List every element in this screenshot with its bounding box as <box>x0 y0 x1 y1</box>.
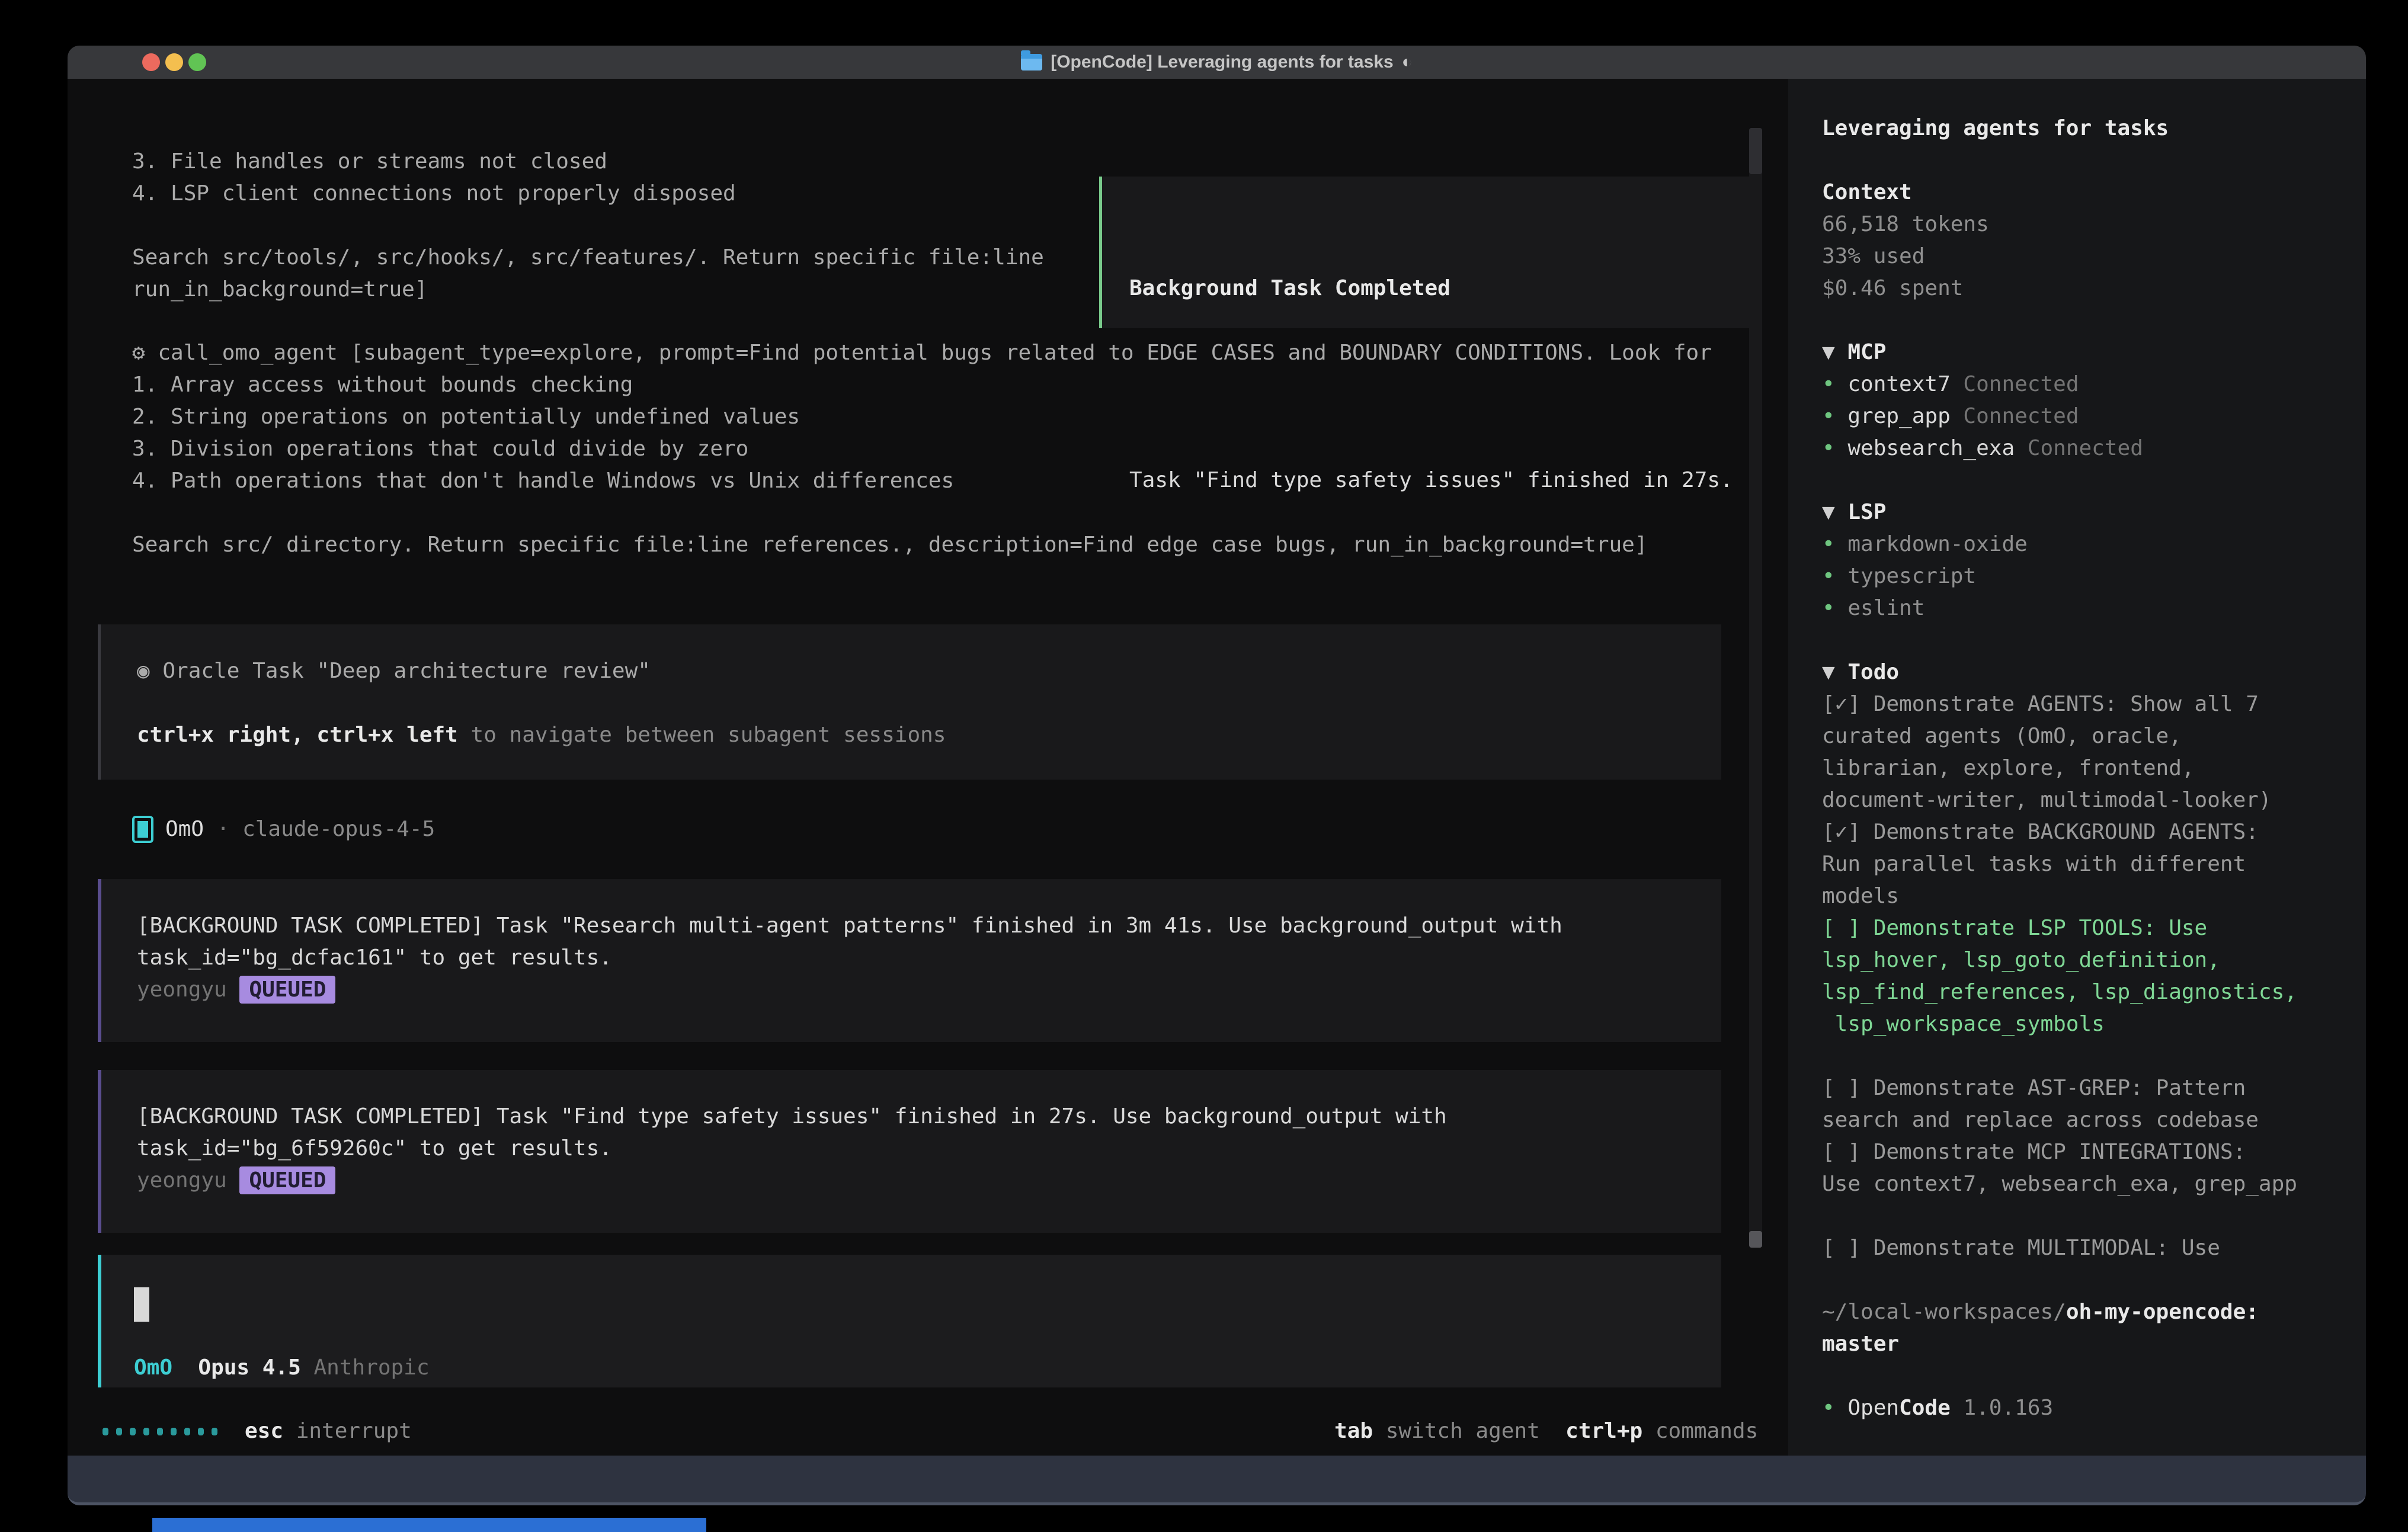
window-bottom-edge <box>68 1456 2366 1505</box>
dock-indicator-strip <box>152 1518 706 1532</box>
busy-indicator-icon: ◐ <box>1402 52 1413 72</box>
model-indicator: OmO Opus 4.5 Anthropic <box>134 1352 430 1384</box>
chat-scrollbar-thumb-top[interactable] <box>1749 128 1762 174</box>
chat-scrollbar-thumb-bottom[interactable] <box>1749 1231 1762 1248</box>
agent-header-text: OmO · claude-opus-4-5 <box>165 813 435 845</box>
tool-call-message: ⚙ call_omo_agent [subagent_type=explore,… <box>132 337 1712 561</box>
chat-scrollbar[interactable] <box>1749 128 1762 1248</box>
sidebar-content: Leveraging agents for tasks Context66,51… <box>1822 113 2332 1424</box>
folder-icon <box>1021 54 1042 70</box>
status-bar-right: tab switch agent ctrl+p commands <box>1334 1415 1758 1447</box>
terminal-window: [OpenCode] Leveraging agents for tasks ◐… <box>68 46 2366 1505</box>
window-title: [OpenCode] Leveraging agents for tasks ◐ <box>68 46 2366 79</box>
window-titlebar[interactable]: [OpenCode] Leveraging agents for tasks ◐ <box>68 46 2366 81</box>
notification-toast: Background Task Completed Task "Find typ… <box>1099 177 1759 328</box>
toast-title: Background Task Completed <box>1102 273 1756 305</box>
background-task-message-1: [BACKGROUND TASK COMPLETED] Task "Resear… <box>98 879 1721 1042</box>
sidebar: Leveraging agents for tasks Context66,51… <box>1788 79 2366 1456</box>
text-cursor <box>134 1287 149 1322</box>
background-task-message-2: [BACKGROUND TASK COMPLETED] Task "Find t… <box>98 1070 1721 1233</box>
desktop-background: [OpenCode] Leveraging agents for tasks ◐… <box>0 0 2408 1532</box>
spinner-dots-icon <box>103 1428 217 1435</box>
agent-header: OmO · claude-opus-4-5 <box>132 813 435 845</box>
status-bar-left: esc interrupt <box>103 1415 412 1447</box>
oracle-session-box: ◉ Oracle Task "Deep architecture review"… <box>98 624 1721 780</box>
window-title-text: [OpenCode] Leveraging agents for tasks <box>1051 52 1393 72</box>
interrupt-hint: esc interrupt <box>245 1415 412 1447</box>
omo-agent-icon <box>132 816 153 843</box>
prompt-input[interactable]: OmO Opus 4.5 Anthropic <box>98 1255 1721 1387</box>
chat-transcript-top: 3. File handles or streams not closed4. … <box>132 146 1044 306</box>
